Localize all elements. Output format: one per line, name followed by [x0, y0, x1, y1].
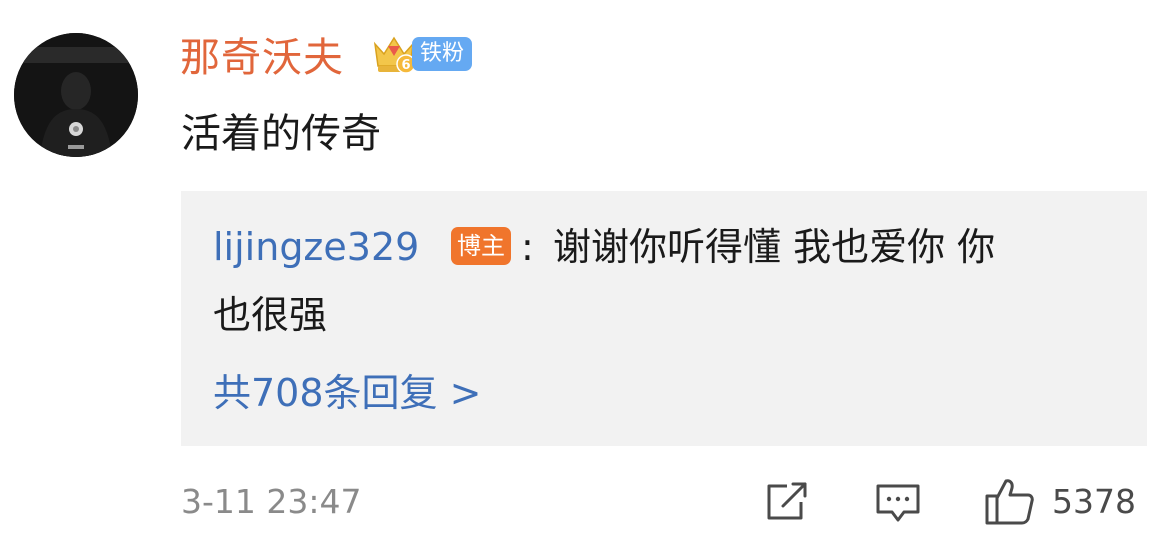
comment-timestamp: 3-11 23:47 — [181, 482, 362, 521]
reply-text-line2: 也很强 — [213, 293, 328, 337]
reply-preview-box[interactable]: lijingze329 博主 : 谢谢你听得懂 我也爱你 你 也很强 共708条… — [181, 191, 1147, 446]
like-count: 5378 — [1052, 482, 1136, 521]
reply-separator: : — [521, 225, 534, 269]
comment-icon[interactable] — [874, 482, 922, 526]
crown-badge-icon: 6 — [371, 34, 417, 76]
comment-username[interactable]: 那奇沃夫 — [180, 32, 344, 84]
fan-badge: 铁粉 — [412, 37, 473, 71]
fan-level-number: 6 — [401, 58, 410, 73]
blogger-badge: 博主 — [451, 227, 511, 265]
comment-text: 活着的传奇 — [181, 111, 381, 157]
avatar[interactable] — [14, 33, 138, 157]
more-replies-link[interactable]: 共708条回复 > — [213, 367, 481, 419]
avatar-image — [14, 33, 138, 157]
reply-author[interactable]: lijingze329 — [213, 221, 419, 273]
thumbs-up-icon[interactable] — [984, 476, 1036, 526]
share-icon[interactable] — [763, 480, 811, 524]
reply-text-line1: 谢谢你听得懂 我也爱你 你 — [553, 225, 996, 269]
